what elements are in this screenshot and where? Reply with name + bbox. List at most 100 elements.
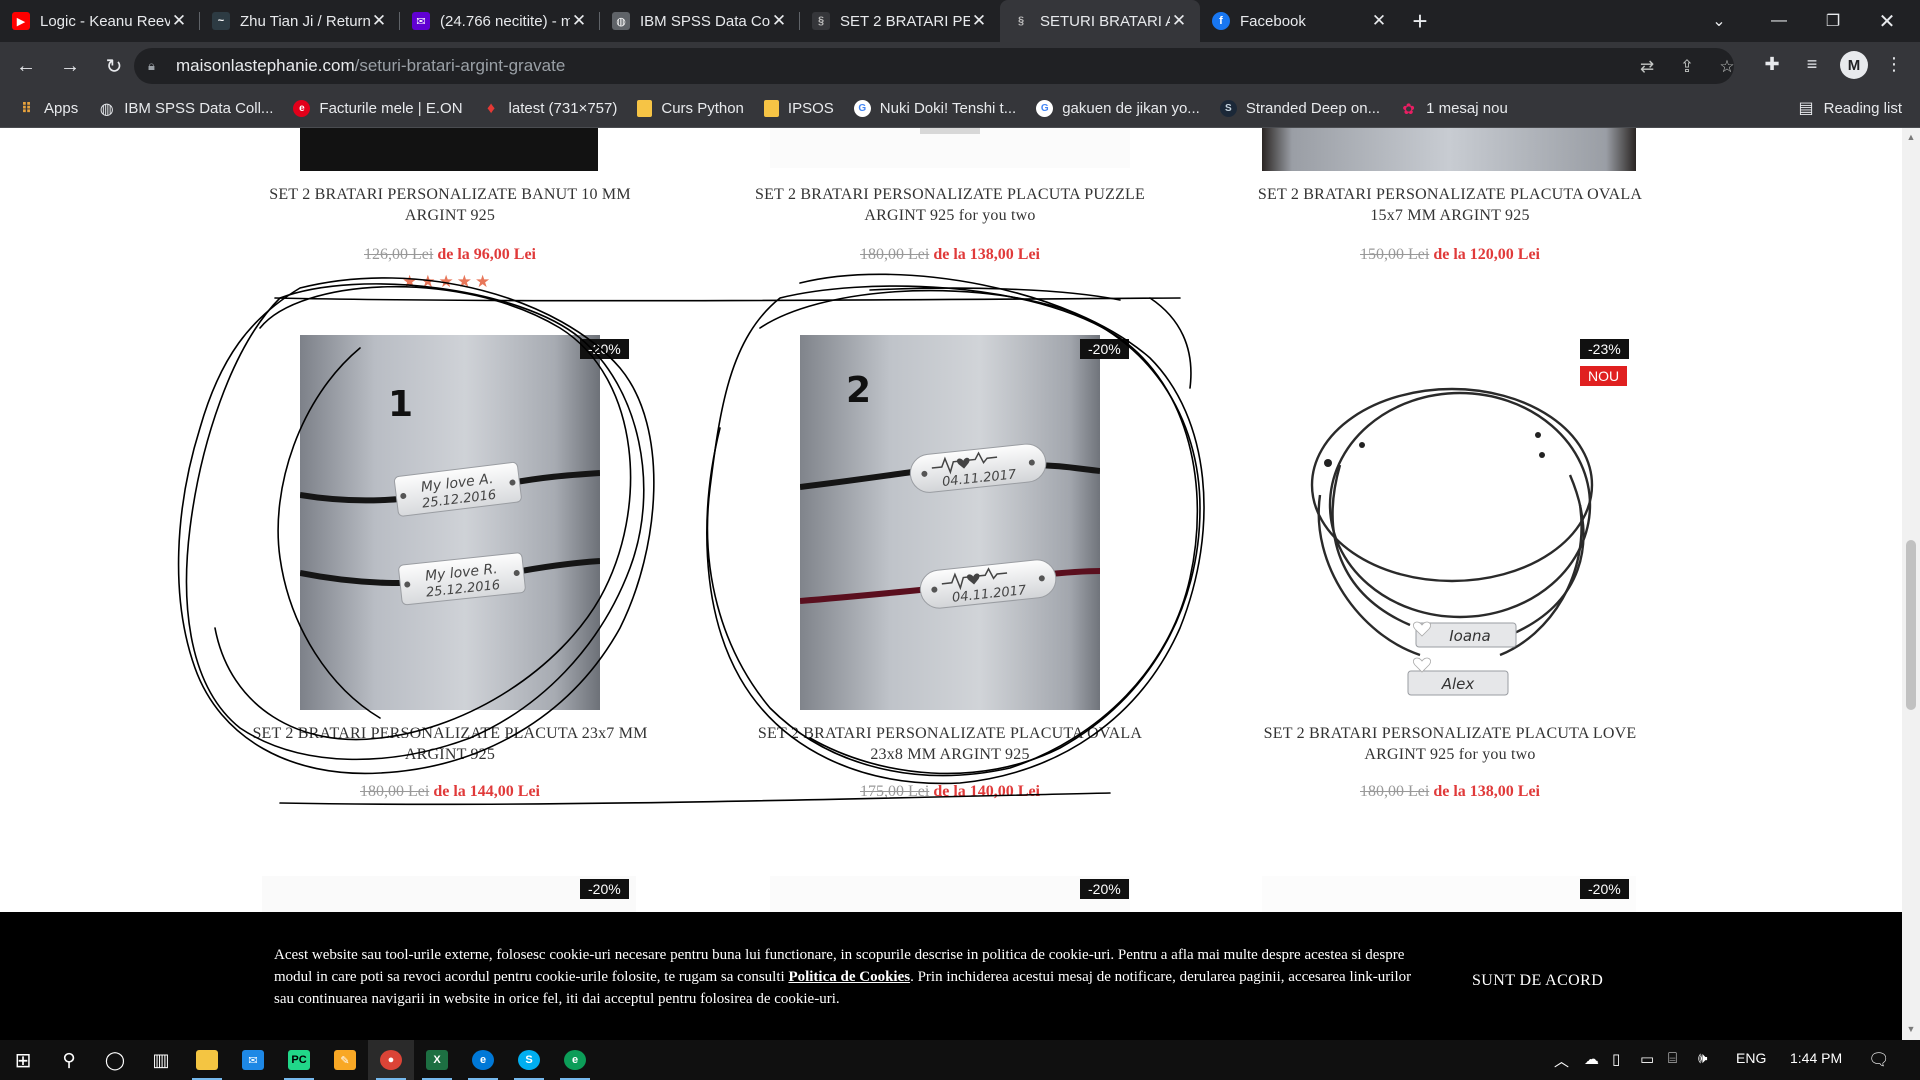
- tab-facebook[interactable]: f Facebook ✕: [1200, 0, 1400, 42]
- notifications-icon[interactable]: 🗨︎: [1868, 1050, 1890, 1070]
- bookmark-folder-ipsos[interactable]: IPSOS: [763, 100, 834, 117]
- site-logo-icon: §: [812, 12, 830, 30]
- bookmark-stranded-deep[interactable]: S Stranded Deep on...: [1219, 100, 1381, 117]
- start-button[interactable]: ⊞: [0, 1040, 46, 1080]
- menu-kebab-icon[interactable]: ⋮: [1882, 52, 1906, 76]
- minimize-button[interactable]: —: [1752, 0, 1806, 42]
- pycharm-icon[interactable]: PC: [276, 1040, 322, 1080]
- scroll-down-arrow-icon[interactable]: ▼: [1906, 1024, 1916, 1034]
- annotation-circle: [706, 273, 1205, 785]
- clock[interactable]: 1:44 PM: [1790, 1050, 1842, 1066]
- tab-set-bratari[interactable]: § SET 2 BRATARI PERSO✕: [800, 0, 1000, 42]
- drop-icon: ♦: [486, 99, 496, 117]
- cortana-icon[interactable]: ◯: [92, 1040, 138, 1080]
- google-icon: G: [1036, 100, 1054, 117]
- bookmark-nuki-doki[interactable]: G Nuki Doki! Tenshi t...: [853, 100, 1017, 117]
- bookmark-label: IPSOS: [787, 100, 834, 117]
- annotation-stroke: [277, 347, 381, 719]
- apps-grid-icon: ⠿: [21, 100, 32, 116]
- steam-icon: S: [1219, 100, 1237, 117]
- extensions-icon[interactable]: ✚: [1760, 52, 1784, 76]
- close-icon[interactable]: ✕: [1170, 11, 1188, 30]
- volume-icon[interactable]: 🕪︎: [1698, 1050, 1707, 1067]
- bookmark-eon[interactable]: e Facturile mele | E.ON: [293, 100, 463, 117]
- translate-icon[interactable]: ⇄: [1636, 56, 1658, 78]
- tab-zhu-tian-ji[interactable]: ~ Zhu Tian Ji / Return O✕: [200, 0, 400, 42]
- close-icon[interactable]: ✕: [370, 11, 388, 30]
- skype-icon[interactable]: S: [506, 1040, 552, 1080]
- tray-overflow-chevron-icon[interactable]: ︿: [1554, 1050, 1569, 1071]
- paint-icon[interactable]: ✎: [322, 1040, 368, 1080]
- mail-icon[interactable]: ✉: [230, 1040, 276, 1080]
- windows-taskbar: ⊞ ⚲ ◯ ▥ ✉ PC ✎ ● X e S e ︿ ☁ ▯ ▭ ⌸ 🕪︎ EN…: [0, 1040, 1920, 1080]
- tab-ibm-spss[interactable]: ◍ IBM SPSS Data Collec✕: [600, 0, 800, 42]
- bookmark-star-icon[interactable]: ☆: [1716, 56, 1738, 78]
- tab-title: SETURI BRATARI ARGI: [1040, 12, 1170, 30]
- handdrawn-annotation-layer: [177, 273, 1205, 806]
- tab-yahoo-mail[interactable]: ✉ (24.766 necitite) - mar✕: [400, 0, 600, 42]
- forward-button[interactable]: →: [52, 48, 88, 84]
- globe-icon: ◍: [612, 12, 630, 30]
- close-icon[interactable]: ✕: [970, 11, 988, 30]
- lock-icon[interactable]: 🔒︎: [148, 58, 162, 74]
- page-scrollbar[interactable]: ▲ ▼: [1902, 128, 1920, 1040]
- excel-icon[interactable]: X: [414, 1040, 460, 1080]
- flower-icon: ✿: [1402, 100, 1415, 118]
- file-explorer-icon[interactable]: [184, 1040, 230, 1080]
- edge-legacy-icon[interactable]: e: [460, 1040, 506, 1080]
- close-icon[interactable]: ✕: [170, 11, 188, 30]
- restore-button[interactable]: ❐: [1806, 0, 1860, 42]
- close-icon[interactable]: ✕: [1370, 11, 1388, 30]
- network-icon[interactable]: ⌸: [1668, 1050, 1677, 1067]
- tab-seturi-bratari-active[interactable]: § SETURI BRATARI ARGI✕: [1000, 0, 1200, 42]
- bookmark-ibm-spss[interactable]: ◍ IBM SPSS Data Coll...: [98, 100, 274, 118]
- site-logo-icon: §: [1012, 12, 1030, 30]
- bookmark-label: Stranded Deep on...: [1245, 100, 1381, 117]
- scroll-up-arrow-icon[interactable]: ▲: [1906, 132, 1916, 142]
- bookmark-label: 1 mesaj nou: [1426, 100, 1508, 117]
- reading-list-label: Reading list: [1823, 99, 1902, 117]
- media-queue-icon[interactable]: ≡: [1800, 52, 1824, 76]
- bookmark-folder-curs-python[interactable]: Curs Python: [637, 100, 744, 117]
- reading-list-icon: ▤: [1798, 100, 1814, 117]
- reading-list-button[interactable]: ▤ Reading list: [1798, 98, 1902, 118]
- bookmark-gakuen[interactable]: Ggakuen de jikan yo...: [1036, 100, 1200, 117]
- bookmark-apps[interactable]: ⠿ Apps: [18, 100, 78, 117]
- back-button[interactable]: ←: [8, 48, 44, 84]
- mail-icon: ✉: [412, 12, 430, 30]
- reload-button[interactable]: ↻: [96, 48, 132, 84]
- close-window-button[interactable]: ✕: [1860, 0, 1914, 42]
- bookmark-label: Nuki Doki! Tenshi t...: [879, 100, 1017, 117]
- chrome-icon[interactable]: ●: [368, 1040, 414, 1080]
- close-icon[interactable]: ✕: [770, 11, 788, 30]
- antivirus-icon[interactable]: ☁: [1584, 1050, 1599, 1068]
- accept-cookies-button[interactable]: SUNT DE ACORD: [1472, 972, 1603, 990]
- annotation-circle: [706, 285, 1199, 777]
- bookmark-label: IBM SPSS Data Coll...: [124, 100, 274, 117]
- tab-title: SET 2 BRATARI PERSO: [840, 12, 970, 30]
- url-host: maisonlastephanie.com: [176, 56, 355, 75]
- folder-icon: [637, 100, 653, 117]
- profile-avatar[interactable]: M: [1840, 51, 1868, 79]
- google-icon: G: [853, 100, 871, 117]
- bookmark-mesaj-nou[interactable]: ✿ 1 mesaj nou: [1400, 100, 1508, 118]
- new-tab-button[interactable]: +: [1400, 0, 1440, 42]
- task-view-icon[interactable]: ▥: [138, 1040, 184, 1080]
- tab-search-icon[interactable]: ⌄: [1692, 0, 1746, 42]
- cookie-policy-link[interactable]: Politica de Cookies: [788, 969, 910, 985]
- bookmark-latest[interactable]: ♦ latest (731×757): [483, 99, 617, 118]
- tab-youtube[interactable]: ▶ Logic - Keanu Reeves✕: [0, 0, 200, 42]
- battery-icon[interactable]: ▭: [1640, 1050, 1654, 1068]
- cookie-message: Acest website sau tool-urile externe, fo…: [274, 944, 1434, 1010]
- address-bar[interactable]: 🔒︎ maisonlastephanie.com/seturi-bratari-…: [134, 48, 1735, 84]
- page-content: SET 2 BRATARI PERSONALIZATE BANUT 10 MM …: [0, 128, 1902, 912]
- share-icon[interactable]: ⇪: [1676, 56, 1698, 78]
- search-icon[interactable]: ⚲: [46, 1040, 92, 1080]
- tab-title: Zhu Tian Ji / Return O: [240, 12, 370, 30]
- edge-icon[interactable]: e: [552, 1040, 598, 1080]
- scrollbar-thumb[interactable]: [1906, 540, 1916, 710]
- device-icon[interactable]: ▯: [1612, 1050, 1620, 1068]
- language-indicator[interactable]: ENG: [1736, 1050, 1766, 1066]
- annotation-circle: [214, 285, 632, 741]
- close-icon[interactable]: ✕: [570, 11, 588, 30]
